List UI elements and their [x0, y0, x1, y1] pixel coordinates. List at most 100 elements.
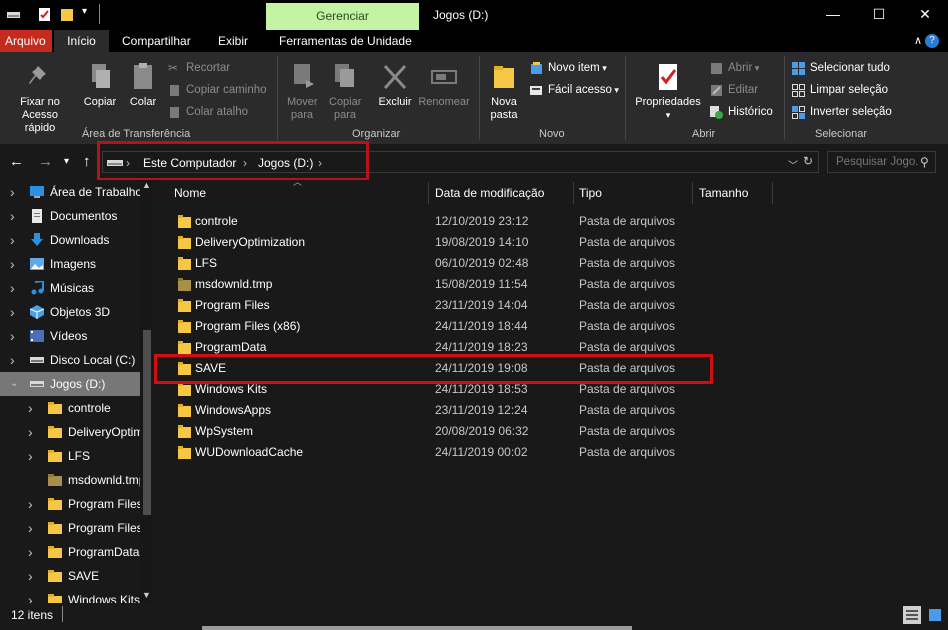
scroll-down-icon[interactable]: ▼ — [142, 590, 151, 600]
help-icon[interactable]: ? — [925, 34, 939, 48]
properties-icon[interactable] — [38, 8, 51, 21]
collapsed-chevron-icon[interactable]: › — [28, 492, 33, 516]
window-title: Jogos (D:) — [433, 8, 489, 22]
select-all-button[interactable]: Selecionar tudo — [792, 59, 890, 77]
nav-item[interactable]: › Windows Kits — [0, 588, 140, 603]
recent-locations-icon[interactable]: ▾ — [64, 156, 69, 167]
tab-file[interactable]: Arquivo — [0, 30, 52, 52]
nav-item[interactable]: › Objetos 3D — [0, 300, 140, 324]
forward-arrow-icon[interactable]: → — [38, 153, 53, 170]
nav-item[interactable]: › Músicas — [0, 276, 140, 300]
new-item-button[interactable]: Novo item ▾ — [530, 59, 607, 77]
nav-item[interactable]: › ProgramData — [0, 540, 140, 564]
tab-view[interactable]: Exibir — [209, 30, 257, 52]
file-row[interactable]: WindowsApps 23/11/2019 12:24 Pasta de arqu… — [153, 400, 713, 421]
collapsed-chevron-icon[interactable]: › — [28, 540, 33, 564]
nav-item[interactable]: › Vídeos — [0, 324, 140, 348]
delete-button[interactable]: Excluir — [375, 62, 415, 109]
item-count: 12 itens — [11, 608, 54, 622]
collapsed-chevron-icon[interactable]: › — [10, 348, 15, 372]
contextual-tab-manage[interactable]: Gerenciar — [266, 3, 419, 30]
collapsed-chevron-icon[interactable]: › — [10, 324, 15, 348]
collapsed-chevron-icon[interactable]: › — [10, 204, 15, 228]
file-row[interactable]: msdownld.tmp 15/08/2019 11:54 Pasta de arq… — [153, 274, 713, 295]
file-row[interactable]: Program Files 23/11/2019 14:04 Pasta de ar… — [153, 295, 713, 316]
column-header-type[interactable]: Tipo — [579, 180, 602, 204]
drive-icon[interactable] — [7, 8, 20, 21]
edit-button[interactable]: Editar — [710, 81, 758, 99]
large-icons-view-icon[interactable] — [926, 606, 944, 624]
column-header-name[interactable]: Nome — [174, 180, 206, 204]
nav-item[interactable]: ›DeliveryOptimization — [0, 420, 153, 444]
collapsed-chevron-icon[interactable]: › — [10, 300, 15, 324]
collapsed-chevron-icon[interactable]: › — [28, 420, 33, 444]
paste-button[interactable]: Colar — [123, 62, 163, 109]
nav-scroll-thumb[interactable] — [143, 330, 151, 515]
copy-path-button[interactable]: Copiar caminho — [168, 81, 267, 99]
nav-item[interactable]: msdownld.tmp — [0, 468, 145, 492]
folder-icon — [178, 215, 191, 228]
scroll-up-icon[interactable]: ▲ — [142, 180, 151, 190]
file-row[interactable]: Program Files (x86) 24/11/2019 18:44 Pasta… — [153, 316, 713, 337]
rename-button[interactable]: Renomear — [416, 62, 472, 109]
tab-drive-tools[interactable]: Ferramentas de Unidade — [270, 30, 421, 52]
qa-dropdown-icon[interactable]: ▾ — [82, 6, 87, 17]
collapsed-chevron-icon[interactable]: › — [28, 396, 33, 420]
open-button[interactable]: Abrir ▾ — [710, 59, 759, 77]
copy-to-button[interactable]: Copiar para — [326, 62, 364, 122]
collapsed-chevron-icon[interactable]: › — [28, 588, 33, 603]
file-row[interactable]: DeliveryOptimization 19/08/2019 14:10 Past… — [153, 232, 713, 253]
nav-item[interactable]: › Imagens — [0, 252, 140, 276]
nav-item[interactable]: › SAVE — [0, 564, 140, 588]
back-arrow-icon[interactable]: ← — [9, 153, 24, 170]
paste-shortcut-button[interactable]: Colar atalho — [168, 103, 248, 121]
tab-share[interactable]: Compartilhar — [113, 30, 200, 52]
file-row[interactable]: LFS 06/10/2019 02:48 Pasta de arquivos — [153, 253, 713, 274]
close-button[interactable]: ✕ — [902, 0, 948, 30]
up-arrow-icon[interactable]: ↑ — [83, 153, 91, 170]
nav-item[interactable]: › Documentos — [0, 204, 140, 228]
file-row[interactable]: WUDownloadCache 24/11/2019 00:02 Pasta de … — [153, 442, 713, 463]
collapsed-chevron-icon[interactable]: › — [28, 564, 33, 588]
nav-item[interactable]: › LFS — [0, 444, 140, 468]
properties-button[interactable]: Propriedades ▾ — [630, 62, 706, 122]
nav-item[interactable]: › Program Files — [0, 492, 143, 516]
nav-item[interactable]: › Downloads — [0, 228, 140, 252]
details-view-icon[interactable] — [903, 606, 921, 624]
search-box[interactable]: ⚲ — [827, 151, 936, 173]
easy-access-button[interactable]: Fácil acesso ▾ — [530, 81, 619, 99]
minimize-button[interactable]: — — [810, 0, 856, 30]
file-row[interactable]: controle 12/10/2019 23:12 Pasta de arquivo… — [153, 211, 713, 232]
move-to-button[interactable]: Mover para — [284, 62, 320, 122]
invert-selection-button[interactable]: Inverter seleção — [792, 103, 892, 121]
collapsed-chevron-icon[interactable]: › — [10, 252, 15, 276]
expanded-chevron-icon[interactable]: ⌄ — [10, 372, 18, 396]
pin-quick-access-button[interactable]: Fixar no Acesso rápido — [3, 62, 77, 135]
new-folder-button[interactable]: Nova pasta — [485, 62, 523, 122]
nav-item[interactable]: › Área de Trabalho — [0, 180, 142, 204]
nav-item[interactable]: › Disco Local (C:) — [0, 348, 140, 372]
file-row[interactable]: WpSystem 20/08/2019 06:32 Pasta de arquivo… — [153, 421, 713, 442]
tab-home[interactable]: Início — [54, 30, 109, 52]
collapsed-chevron-icon[interactable]: › — [28, 444, 33, 468]
address-dropdown-icon[interactable]: ﹀ — [788, 157, 798, 172]
column-header-size[interactable]: Tamanho — [699, 180, 748, 204]
history-button[interactable]: Histórico — [710, 103, 773, 121]
refresh-icon[interactable]: ↻ — [803, 154, 813, 168]
cut-button[interactable]: ✂ Recortar — [168, 59, 230, 77]
search-icon[interactable]: ⚲ — [920, 155, 929, 169]
collapsed-chevron-icon[interactable]: › — [10, 180, 15, 204]
select-none-button[interactable]: Limpar seleção — [792, 81, 888, 99]
search-input[interactable] — [828, 152, 918, 172]
new-folder-icon[interactable] — [61, 8, 74, 21]
nav-item[interactable]: ›Program Files (x86) — [0, 516, 153, 540]
copy-button[interactable]: Copiar — [80, 62, 120, 109]
horizontal-scrollbar[interactable] — [202, 626, 632, 630]
nav-item[interactable]: ⌄ Jogos (D:) — [0, 372, 140, 396]
column-header-date[interactable]: Data de modificação — [435, 180, 544, 204]
collapsed-chevron-icon[interactable]: › — [10, 228, 15, 252]
collapsed-chevron-icon[interactable]: › — [28, 516, 33, 540]
collapsed-chevron-icon[interactable]: › — [10, 276, 15, 300]
maximize-button[interactable]: ☐ — [856, 0, 902, 30]
nav-item[interactable]: › controle — [0, 396, 140, 420]
